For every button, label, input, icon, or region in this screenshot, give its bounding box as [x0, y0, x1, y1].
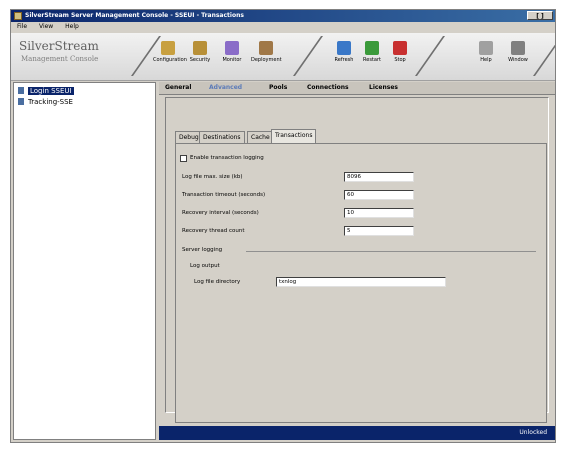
main-panel: General Advanced Pools Connections Licen…	[159, 82, 555, 426]
log-dir-label: Log file directory	[194, 279, 241, 285]
menu-bar: File View Help	[11, 22, 555, 32]
toolbar: SilverStream Management Console Configur…	[11, 33, 555, 81]
window-icon	[511, 41, 525, 55]
transactions-form: Enable transaction logging Log file max.…	[175, 143, 547, 423]
recovery-threads-label: Recovery thread count	[182, 228, 245, 234]
toolbar-divider	[532, 36, 555, 76]
logo-line1: SilverStream	[19, 39, 99, 53]
stop-icon	[393, 41, 407, 55]
log-output-label: Log output	[190, 263, 220, 269]
refresh-icon	[337, 41, 351, 55]
tab-advanced[interactable]: Advanced	[209, 84, 242, 91]
help-button[interactable]: Help	[471, 41, 501, 75]
tree-item-tracking[interactable]: Tracking-SSE	[18, 98, 73, 106]
status-text: Unlocked	[519, 429, 547, 436]
recovery-interval-input[interactable]: 10	[344, 208, 414, 218]
window-button[interactable]: Window	[503, 41, 533, 75]
recovery-threads-input[interactable]: 5	[344, 226, 414, 236]
log-file-max-label: Log file max. size (kb)	[182, 174, 243, 180]
refresh-button[interactable]: Refresh	[329, 41, 359, 75]
log-file-max-input[interactable]: 8096	[344, 172, 414, 182]
monitor-icon	[225, 41, 239, 55]
group-divider	[246, 251, 536, 252]
window-controls-button[interactable]: [ ]	[527, 11, 553, 20]
enable-logging-label: Enable transaction logging	[190, 155, 264, 161]
stop-button[interactable]: Stop	[385, 41, 415, 75]
app-logo: SilverStream Management Console	[19, 39, 137, 71]
deployment-icon	[259, 41, 273, 55]
security-button[interactable]: Security	[185, 41, 215, 75]
top-tab-bar: General Advanced Pools Connections Licen…	[159, 82, 555, 95]
security-icon	[193, 41, 207, 55]
txn-timeout-input[interactable]: 60	[344, 190, 414, 200]
server-logging-group-label: Server logging	[182, 247, 223, 253]
tab-general[interactable]: General	[165, 84, 191, 91]
restart-button[interactable]: Restart	[357, 41, 387, 75]
log-dir-input[interactable]: txnlog	[276, 277, 446, 287]
menu-help[interactable]: Help	[65, 23, 79, 30]
tree-item-label: Tracking-SSE	[28, 98, 73, 106]
title-bar: SilverStream Server Management Console -…	[11, 10, 555, 22]
tab-pools[interactable]: Pools	[269, 84, 287, 91]
monitor-button[interactable]: Monitor	[217, 41, 247, 75]
tab-licenses[interactable]: Licenses	[369, 84, 398, 91]
menu-file[interactable]: File	[17, 23, 27, 30]
menu-view[interactable]: View	[39, 23, 53, 30]
restart-icon	[365, 41, 379, 55]
deployment-button[interactable]: Deployment	[251, 41, 282, 75]
toolbar-divider	[414, 36, 446, 76]
enable-logging-checkbox[interactable]	[180, 155, 187, 162]
toolbar-divider	[292, 36, 324, 76]
logo-line2: Management Console	[21, 55, 99, 63]
subtab-cache[interactable]: Cache	[247, 131, 274, 143]
txn-timeout-label: Transaction timeout (seconds)	[182, 192, 266, 198]
tab-connections[interactable]: Connections	[307, 84, 349, 91]
app-window: SilverStream Server Management Console -…	[10, 9, 556, 443]
subtab-transactions[interactable]: Transactions	[271, 129, 317, 143]
server-node-icon	[18, 87, 24, 94]
app-icon	[14, 12, 22, 20]
status-bar: Unlocked	[159, 426, 555, 440]
configuration-icon	[161, 41, 175, 55]
recovery-interval-label: Recovery interval (seconds)	[182, 210, 259, 216]
help-icon	[479, 41, 493, 55]
window-title: SilverStream Server Management Console -…	[25, 12, 244, 19]
subtab-destinations[interactable]: Destinations	[199, 131, 245, 143]
tree-item-label: Login SSEUI	[28, 87, 74, 95]
server-node-icon	[18, 98, 24, 105]
tree-item-login[interactable]: Login SSEUI	[18, 87, 74, 95]
server-tree: Login SSEUI Tracking-SSE	[13, 82, 156, 440]
configuration-button[interactable]: Configuration	[153, 41, 187, 75]
